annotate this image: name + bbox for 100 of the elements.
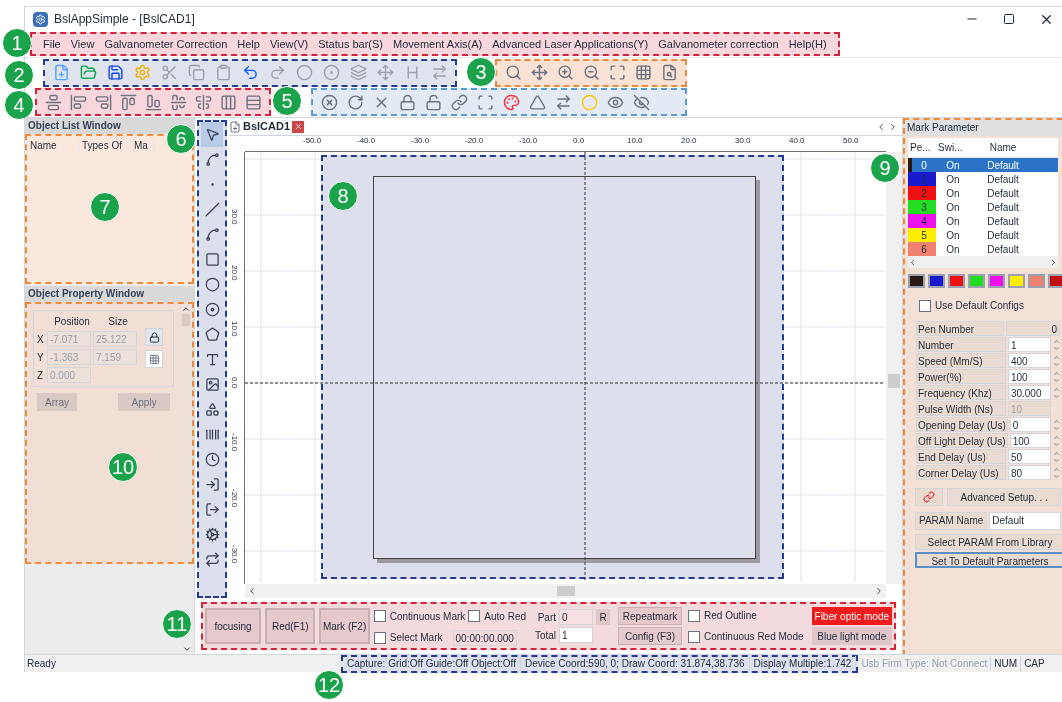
scroll-left-icon[interactable] (908, 257, 917, 267)
ruler-label: -50.0 (303, 136, 322, 145)
param-field[interactable]: 30.000 (1007, 385, 1051, 400)
pointer-icon[interactable] (201, 122, 223, 147)
callout-badge: 2 (4, 60, 34, 90)
checkbox[interactable] (468, 610, 481, 622)
column-header[interactable]: Ma (131, 137, 155, 153)
column-header[interactable]: Swi... (936, 140, 970, 155)
table-cell-text: On (945, 242, 961, 257)
callout-badge: 4 (4, 90, 34, 120)
menu-item[interactable]: Movement Axis(A) (388, 35, 488, 53)
lock-icon[interactable] (145, 328, 163, 346)
action-button[interactable]: Repeatmark (618, 607, 682, 625)
ruler-label: -20.0 (230, 489, 239, 508)
checkbox[interactable] (688, 630, 700, 643)
spinner-icon[interactable] (1053, 385, 1060, 400)
mode-button[interactable]: Fiber optic mode (811, 607, 892, 625)
menu-item[interactable]: View (65, 35, 100, 53)
ruler-label: 20.0 (681, 136, 697, 145)
pen-color-cell: 4 (908, 214, 936, 228)
scroll-up-icon[interactable] (181, 304, 191, 314)
menu-item[interactable]: Galvanometer correction (653, 35, 784, 53)
table-cell-text: Default (986, 214, 1020, 229)
param-name-field[interactable]: Default (989, 512, 1061, 530)
menu-item[interactable]: View(V) (264, 35, 314, 53)
checkbox[interactable] (373, 631, 386, 644)
scroll-right-icon[interactable] (874, 586, 884, 596)
menu-item[interactable]: Status bar(S) (313, 35, 389, 53)
param-field[interactable]: 80 (1007, 465, 1051, 480)
scroll-right-icon[interactable] (1049, 257, 1058, 267)
ruler-label: -10.0 (519, 136, 538, 145)
pen-row[interactable]: 3 On Default (908, 200, 1058, 214)
param-field[interactable]: 1 (1007, 337, 1051, 352)
param-field[interactable]: 100 (1009, 433, 1051, 448)
pen-color-cell: 6 (908, 242, 936, 256)
column-header[interactable]: Pe... (908, 140, 936, 155)
document-tab[interactable]: BslCAD1 (243, 118, 291, 135)
checkbox[interactable] (688, 609, 700, 622)
scroll-left-icon[interactable] (247, 586, 257, 596)
default-parameters-button[interactable]: Set To Default Parameters (915, 552, 1062, 568)
scroll-thumb[interactable] (556, 586, 575, 596)
anchor-grid-icon[interactable] (145, 350, 163, 368)
action-button[interactable]: Mark (F2) (319, 608, 370, 644)
param-field[interactable]: 100 (1007, 369, 1051, 384)
action-button[interactable]: Red(F1) (265, 608, 316, 644)
horizontal-scrollbar[interactable] (908, 256, 1058, 268)
param-field[interactable]: 0 (1009, 417, 1051, 432)
window-title: BslAppSimple - [BslCAD1] (54, 11, 195, 28)
advanced-setup-button[interactable]: Advanced Setup. . . (947, 488, 1061, 506)
table-cell-text: On (945, 186, 961, 201)
param-field[interactable]: 50 (1007, 449, 1051, 464)
spinner-icon[interactable] (1053, 417, 1060, 432)
spinner-icon[interactable] (1053, 369, 1060, 384)
spinner-icon[interactable] (1053, 433, 1060, 448)
spinner-icon[interactable] (1053, 465, 1060, 480)
callout-badge: 1 (2, 28, 32, 58)
part-field[interactable]: 0 (559, 609, 593, 625)
menu-item[interactable]: Galvanometer Correction (99, 35, 233, 53)
ruler-label: 20.0 (230, 265, 239, 281)
library-button[interactable]: Select PARAM From Library (915, 534, 1062, 550)
scrollbar[interactable] (180, 304, 192, 562)
mode-button[interactable]: Blue light mode (811, 627, 892, 645)
param-label: Off Light Delay (Us) (916, 433, 1008, 448)
checkbox[interactable] (919, 299, 931, 312)
ruler-label: 10.0 (627, 136, 643, 145)
menu-item[interactable]: Advanced Laser Applications(Y) (487, 35, 654, 53)
menu-item[interactable]: Help(H) (783, 35, 832, 53)
pen-row[interactable]: 1 On Default (908, 172, 1058, 186)
column-header[interactable]: Name (27, 137, 79, 153)
action-button[interactable]: Config (F3) (618, 627, 682, 645)
pen-color-cell: 3 (908, 200, 936, 214)
spinner-icon[interactable] (1053, 353, 1060, 368)
ruler-label: -30.0 (230, 545, 239, 564)
menu-item[interactable]: Help (232, 35, 265, 53)
panel-header: Mark Parameter (905, 120, 1062, 136)
checkbox[interactable] (373, 610, 386, 622)
pen-row[interactable]: 0 On Default (908, 158, 1058, 172)
spinner-icon[interactable] (1053, 337, 1060, 352)
column-header[interactable]: Name (970, 140, 1036, 155)
scroll-right-icon[interactable] (888, 121, 898, 132)
spinner-icon[interactable] (1053, 449, 1060, 464)
pen-row[interactable]: 2 On Default (908, 186, 1058, 200)
scroll-down-icon[interactable] (182, 644, 192, 654)
close-tab-icon[interactable] (292, 120, 305, 133)
action-button[interactable]: focusing (205, 608, 262, 644)
ruler-label: 10.0 (230, 321, 239, 337)
checkbox-label: Continuous Mark (389, 609, 466, 624)
menu-item[interactable]: File (38, 35, 66, 53)
status-text: Device Coord:590, 0; Draw Coord: 31.874,38.736 (520, 656, 750, 671)
reset-button[interactable]: R (596, 609, 610, 625)
pen-row[interactable]: 6 On Default (908, 242, 1058, 256)
maximize-icon[interactable] (1003, 13, 1015, 25)
pen-row[interactable]: 5 On Default (908, 228, 1058, 242)
param-field[interactable]: 400 (1007, 353, 1051, 368)
pen-row[interactable]: 4 On Default (908, 214, 1058, 228)
scroll-thumb[interactable] (888, 374, 900, 388)
horizontal-scrollbar[interactable] (245, 584, 886, 598)
scroll-left-icon[interactable] (876, 121, 886, 132)
total-field[interactable]: 1 (559, 627, 593, 643)
column-header[interactable]: Types Of (79, 137, 131, 153)
